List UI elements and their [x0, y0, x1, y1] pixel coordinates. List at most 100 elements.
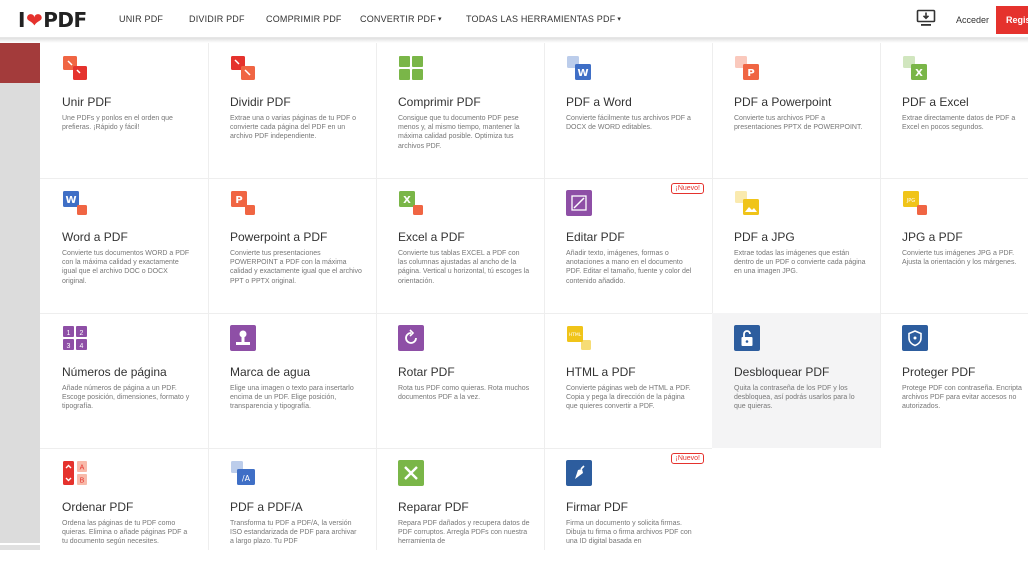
- logo-text-i: I: [18, 8, 25, 32]
- tool-title: Unir PDF: [62, 95, 112, 109]
- tool-description: Convierte tus tablas EXCEL a PDF con las…: [398, 250, 530, 285]
- tool-card-powerpoint-to-pdf[interactable]: P Powerpoint a PDF Convierte tus presentac…: [208, 178, 376, 313]
- nav-convertir-pdf-dropdown[interactable]: CONVERTIR PDF ▾: [360, 0, 442, 38]
- tool-title: Excel a PDF: [398, 230, 465, 244]
- tool-card-shield[interactable]: Proteger PDF Protege PDF con contraseña. …: [880, 313, 1028, 448]
- tool-description: Repara PDF dañados y recupera datos de P…: [398, 520, 530, 546]
- svg-text:P: P: [235, 195, 242, 206]
- tool-card-sign[interactable]: Firmar PDF Firma un documento y solicita …: [544, 448, 712, 583]
- compress-icon: [398, 55, 424, 81]
- pdf-to-powerpoint-icon: P: [734, 55, 760, 81]
- tool-title: Desbloquear PDF: [734, 365, 830, 379]
- tool-description: Protege PDF con contraseña. Encripta arc…: [902, 385, 1022, 411]
- organize-icon: AB: [62, 460, 88, 486]
- svg-text:1: 1: [67, 330, 71, 337]
- svg-text:/A: /A: [242, 474, 251, 483]
- svg-text:X: X: [403, 195, 411, 206]
- tool-title: Marca de agua: [230, 365, 311, 379]
- watermark-stamp-icon: [230, 325, 256, 351]
- heart-icon: ❤: [25, 8, 43, 32]
- tool-description: Añadir texto, imágenes, formas o anotaci…: [566, 250, 692, 285]
- tool-title: Editar PDF: [566, 230, 625, 244]
- tool-title: JPG a PDF: [902, 230, 963, 244]
- nav-todas-herramientas-dropdown[interactable]: TODAS LAS HERRAMIENTAS PDF ▾: [466, 0, 621, 38]
- tool-title: Comprimir PDF: [398, 95, 481, 109]
- desktop-download-icon[interactable]: [916, 9, 936, 27]
- rotate-icon: [398, 325, 424, 351]
- svg-text:3: 3: [67, 343, 71, 350]
- tool-card-merge[interactable]: Unir PDF Une PDFs y ponlos en el orden qu…: [40, 43, 208, 178]
- nav-label: COMPRIMIR PDF: [266, 14, 342, 24]
- tool-title: PDF a PDF/A: [230, 500, 303, 514]
- tool-description: Extrae directamente datos de PDF a Excel…: [902, 115, 1016, 132]
- top-navigation-bar: I ❤ PDF UNIR PDF DIVIDIR PDF COMPRIMIR P…: [0, 0, 1028, 38]
- edit-pdf-icon: [566, 190, 592, 216]
- login-link[interactable]: Acceder: [956, 0, 989, 38]
- chevron-down-icon: ▾: [437, 16, 442, 23]
- tool-description: Ordena las páginas de tu PDF como quiera…: [62, 520, 188, 546]
- ilovepdf-logo[interactable]: I ❤ PDF: [18, 8, 87, 32]
- tool-card-pdf-to-jpg[interactable]: PDF a JPG Extrae todas las imágenes que e…: [712, 178, 880, 313]
- tool-title: Ordenar PDF: [62, 500, 134, 514]
- nav-unir-pdf[interactable]: UNIR PDF: [119, 0, 163, 38]
- tool-description: Une PDFs y ponlos en el orden que prefie…: [62, 115, 173, 132]
- tool-description: Firma un documento y solicita firmas. Di…: [566, 520, 692, 546]
- tool-title: PDF a Powerpoint: [734, 95, 832, 109]
- tool-description: Convierte páginas web de HTML a PDF. Cop…: [566, 385, 691, 411]
- new-badge: ¡Nuevo!: [671, 453, 704, 464]
- nav-label: DIVIDIR PDF: [189, 14, 245, 24]
- tool-title: HTML a PDF: [566, 365, 636, 379]
- unlock-icon: [734, 325, 760, 351]
- svg-text:W: W: [577, 68, 588, 79]
- tool-title: PDF a Excel: [902, 95, 969, 109]
- background-page-overlay: [0, 43, 40, 543]
- word-to-pdf-icon: W: [62, 190, 88, 216]
- pdf-to-excel-icon: X: [902, 55, 928, 81]
- tool-card-pdf-to-excel[interactable]: X PDF a Excel Extrae directamente datos de…: [880, 43, 1028, 178]
- tool-card-pdf-to-word[interactable]: W PDF a Word Convierte fácilmente tus arch…: [544, 43, 712, 178]
- svg-text:P: P: [747, 68, 754, 79]
- jpg-to-pdf-icon: JPG: [902, 190, 928, 216]
- svg-text:W: W: [65, 195, 76, 206]
- tool-card-pdf-to-powerpoint[interactable]: P PDF a Powerpoint Convierte tus archivos …: [712, 43, 880, 178]
- merge-icon: [62, 55, 88, 81]
- tool-description: Convierte tus archivos PDF a presentacio…: [734, 115, 863, 132]
- split-icon: [230, 55, 256, 81]
- tool-title: PDF a Word: [566, 95, 632, 109]
- tool-card-split[interactable]: Dividir PDF Extrae una o varias páginas d…: [208, 43, 376, 178]
- signup-button[interactable]: Regis: [996, 6, 1028, 34]
- svg-text:B: B: [80, 478, 85, 485]
- repair-icon: [398, 460, 424, 486]
- tool-card-word-to-pdf[interactable]: W Word a PDF Convierte tus documentos WORD…: [40, 178, 208, 313]
- tool-card-unlock[interactable]: Desbloquear PDF Quita la contraseña de lo…: [712, 313, 880, 448]
- nav-dividir-pdf[interactable]: DIVIDIR PDF: [189, 0, 245, 38]
- tool-card-watermark-stamp[interactable]: Marca de agua Elige una imagen o texto pa…: [208, 313, 376, 448]
- tool-card-html-to-pdf[interactable]: HTML HTML a PDF Convierte páginas web de H…: [544, 313, 712, 448]
- tool-card-organize[interactable]: A B Ordenar PDF Ordena las páginas de tu PD…: [40, 448, 208, 583]
- nav-label: TODAS LAS HERRAMIENTAS PDF: [466, 14, 616, 24]
- excel-to-pdf-icon: X: [398, 190, 424, 216]
- tool-description: Consigue que tu documento PDF pese menos…: [398, 115, 520, 150]
- tool-description: Añade números de página a un PDF. Escoge…: [62, 385, 190, 411]
- pdf-to-jpg-icon: [734, 190, 760, 216]
- tool-card-excel-to-pdf[interactable]: X Excel a PDF Convierte tus tablas EXCEL a…: [376, 178, 544, 313]
- svg-text:JPG: JPG: [906, 198, 915, 204]
- tool-card-jpg-to-pdf[interactable]: JPG JPG a PDF Convierte tus imágenes JPG a…: [880, 178, 1028, 313]
- tool-title: Powerpoint a PDF: [230, 230, 328, 244]
- chevron-down-icon: ▾: [617, 16, 622, 23]
- svg-text:A: A: [80, 465, 85, 472]
- sign-icon: [566, 460, 592, 486]
- shield-icon: [902, 325, 928, 351]
- tool-card-page-numbers[interactable]: 1 2 3 4 Números de página Añade números de pá…: [40, 313, 208, 448]
- tool-card-repair[interactable]: Reparar PDF Repara PDF dañados y recupera…: [376, 448, 544, 583]
- tool-card-rotate[interactable]: Rotar PDF Rota tus PDF como quieras. Rota…: [376, 313, 544, 448]
- nav-comprimir-pdf[interactable]: COMPRIMIR PDF: [266, 0, 342, 38]
- tool-card-compress[interactable]: Comprimir PDF Consigue que tu documento P…: [376, 43, 544, 178]
- tool-card-edit-pdf[interactable]: Editar PDF Añadir texto, imágenes, formas…: [544, 178, 712, 313]
- nav-label: UNIR PDF: [119, 14, 164, 24]
- logo-text-pdf: PDF: [43, 8, 87, 32]
- tool-description: Extrae todas las imágenes que están dent…: [734, 250, 866, 276]
- svg-text:HTML: HTML: [569, 332, 582, 338]
- tool-card-pdf-to-pdfa[interactable]: /A PDF a PDF/A Transforma tu PDF a PDF/A, …: [208, 448, 376, 583]
- svg-text:4: 4: [80, 343, 84, 350]
